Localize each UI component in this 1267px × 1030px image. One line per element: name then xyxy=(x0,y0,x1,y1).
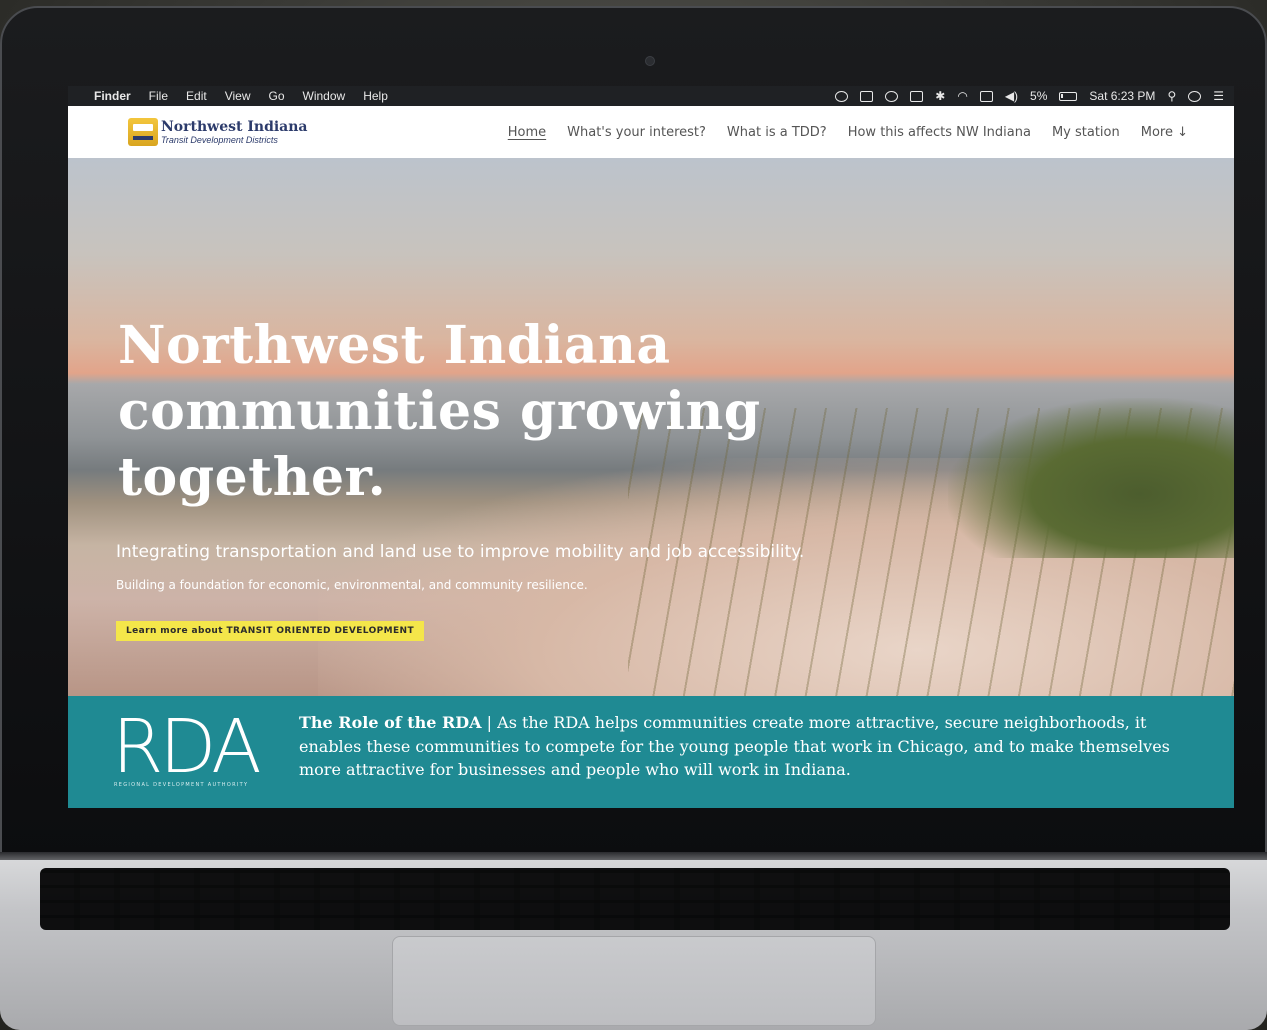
menu-finder[interactable]: Finder xyxy=(94,89,131,103)
rda-band: RDA REGIONAL DEVELOPMENT AUTHORITY The R… xyxy=(68,696,1234,808)
rda-description: The Role of the RDA | As the RDA helps c… xyxy=(299,711,1199,782)
status-area: ✱ ◠ ◀) 5% Sat 6:23 PM ⚲ ☰ xyxy=(835,89,1224,103)
dropbox-icon[interactable] xyxy=(860,90,874,102)
nav-what-is-a-tdd[interactable]: What is a TDD? xyxy=(727,125,827,140)
hero-title-line-3: together. xyxy=(118,447,387,508)
hero-title-line-2: communities growing xyxy=(118,381,761,442)
spotlight-search-icon[interactable]: ⚲ xyxy=(1167,89,1176,103)
nav-home[interactable]: Home xyxy=(508,125,546,140)
site-header: Northwest Indiana Transit Development Di… xyxy=(68,106,1234,158)
battery-icon[interactable] xyxy=(1059,91,1078,101)
rda-logo-text: RDA xyxy=(112,708,260,788)
menu-help[interactable]: Help xyxy=(363,89,388,103)
rda-separator: | xyxy=(481,713,498,732)
hero-subtitle: Integrating transportation and land use … xyxy=(116,542,805,562)
webcam xyxy=(645,56,655,66)
logo-subtitle: Transit Development Districts xyxy=(161,134,278,145)
user-icon[interactable] xyxy=(1188,90,1202,102)
creative-cloud-icon[interactable] xyxy=(885,90,899,102)
rda-lead: The Role of the RDA xyxy=(299,713,482,732)
menu-file[interactable]: File xyxy=(149,89,168,103)
clock[interactable]: Sat 6:23 PM xyxy=(1089,89,1155,103)
bluetooth-icon[interactable]: ✱ xyxy=(935,89,945,103)
hero-section: Northwest Indiana communities growing to… xyxy=(68,158,1234,696)
main-nav: Home What's your interest? What is a TDD… xyxy=(508,125,1188,140)
laptop-screen: Finder File Edit View Go Window Help ✱ ◠… xyxy=(68,86,1234,808)
train-logo-icon xyxy=(128,118,158,146)
learn-more-tod-button[interactable]: Learn more about TRANSIT ORIENTED DEVELO… xyxy=(116,621,425,641)
menu-window[interactable]: Window xyxy=(303,89,346,103)
volume-icon[interactable]: ◀) xyxy=(1005,89,1018,103)
site-logo[interactable]: Northwest Indiana Transit Development Di… xyxy=(128,118,308,146)
rda-logo[interactable]: RDA xyxy=(112,708,282,788)
macos-menubar: Finder File Edit View Go Window Help ✱ ◠… xyxy=(68,86,1234,106)
nav-how-this-affects[interactable]: How this affects NW Indiana xyxy=(848,125,1031,140)
notification-center-icon[interactable]: ☰ xyxy=(1213,89,1224,103)
hero-subtitle-secondary: Building a foundation for economic, envi… xyxy=(116,578,588,592)
menu-edit[interactable]: Edit xyxy=(186,89,207,103)
wifi-icon[interactable]: ◠ xyxy=(957,89,967,103)
rda-logo-tagline: REGIONAL DEVELOPMENT AUTHORITY xyxy=(114,782,249,788)
laptop-trackpad xyxy=(392,936,876,1026)
display-icon[interactable] xyxy=(910,90,924,102)
nav-whats-your-interest[interactable]: What's your interest? xyxy=(567,125,706,140)
airplay-icon[interactable] xyxy=(979,90,993,102)
hero-title-line-1: Northwest Indiana xyxy=(118,315,671,376)
menu-view[interactable]: View xyxy=(225,89,251,103)
nav-my-station[interactable]: My station xyxy=(1052,125,1120,140)
laptop-lid: Finder File Edit View Go Window Help ✱ ◠… xyxy=(0,6,1267,864)
menu-go[interactable]: Go xyxy=(269,89,285,103)
laptop-keyboard xyxy=(40,868,1230,930)
nav-more[interactable]: More ↓ xyxy=(1141,125,1188,140)
logo-title: Northwest Indiana xyxy=(161,118,308,135)
status-circle-icon[interactable] xyxy=(835,90,849,102)
hero-title: Northwest Indiana communities growing to… xyxy=(118,313,798,511)
battery-percent: 5% xyxy=(1030,89,1048,103)
